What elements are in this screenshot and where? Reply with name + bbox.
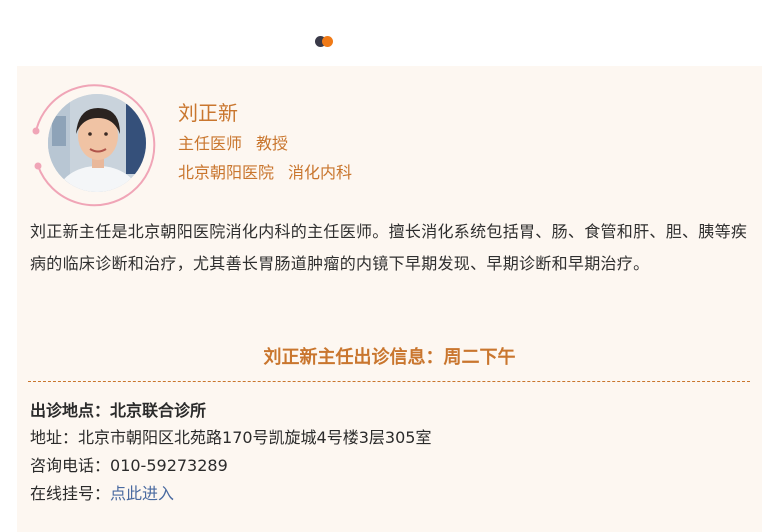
doctor-avatar: [29, 76, 163, 210]
location-label: 出诊地点：: [30, 401, 111, 420]
address-label: 地址：: [30, 428, 79, 447]
doctor-title-line: 主任医师 教授: [178, 130, 288, 154]
doctor-name: 刘正新: [178, 101, 238, 125]
clinic-phone-row: 咨询电话：010-59273289: [30, 452, 228, 476]
address-value: 北京市朝阳区北苑路170号凯旋城4号楼3层305室: [78, 428, 432, 447]
location-value: 北京联合诊所: [110, 401, 207, 420]
dashed-divider: [28, 381, 750, 382]
doctor-hospital: 北京朝阳医院: [178, 163, 275, 182]
loading-dot-orange: [322, 36, 333, 47]
phone-value: 010-59273289: [110, 456, 228, 475]
doctor-title: 主任医师: [178, 134, 243, 153]
register-link[interactable]: 点此进入: [110, 484, 174, 503]
doctor-card: 刘正新 主任医师 教授 北京朝阳医院 消化内科 刘正新主任是北京朝阳医院消化内科的主…: [17, 66, 762, 532]
doctor-hospital-line: 北京朝阳医院 消化内科: [178, 159, 352, 183]
doctor-department: 消化内科: [288, 163, 353, 182]
clinic-location-row: 出诊地点：北京联合诊所: [30, 397, 206, 421]
doctor-photo: [48, 94, 146, 192]
phone-label: 咨询电话：: [30, 456, 111, 475]
clinic-address-row: 地址：北京市朝阳区北苑路170号凯旋城4号楼3层305室: [30, 424, 431, 448]
doctor-rank: 教授: [256, 134, 289, 153]
clinic-register-row: 在线挂号：点此进入: [30, 480, 174, 504]
doctor-bio: 刘正新主任是北京朝阳医院消化内科的主任医师。擅长消化系统包括胃、肠、食管和肝、胆…: [30, 222, 748, 273]
loading-dots-icon: [315, 36, 337, 48]
register-label: 在线挂号：: [30, 484, 111, 503]
clinic-heading: 刘正新主任出诊信息：周二下午: [263, 347, 516, 368]
